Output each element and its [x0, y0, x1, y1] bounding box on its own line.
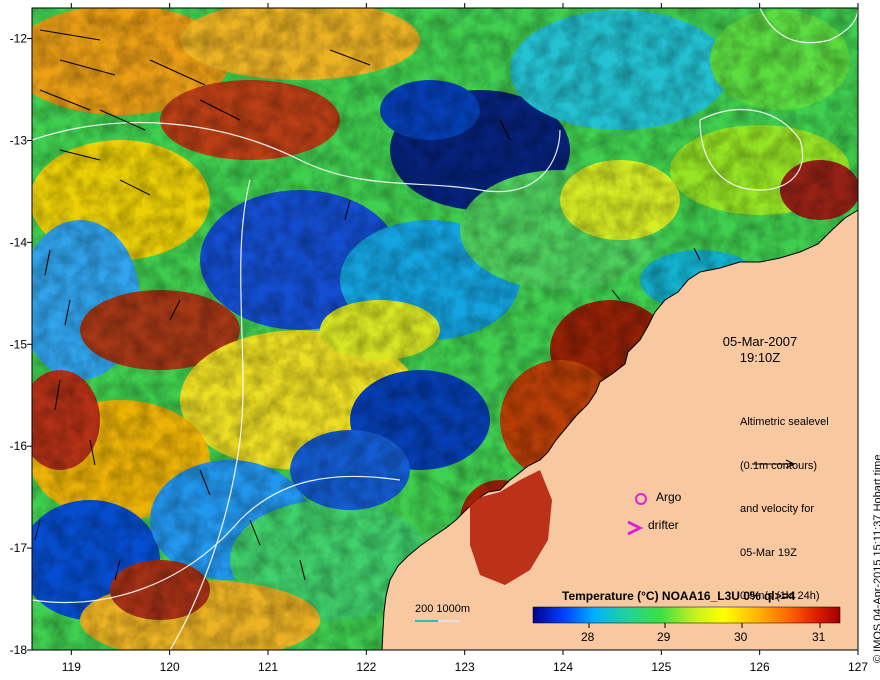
date-label: 05-Mar-2007 [722, 334, 798, 349]
altimetry-line: and velocity for [740, 503, 814, 515]
legend-title: Temperature (°C) NOAA16_L3U 0% ql>=4 [562, 589, 796, 603]
drifter-label: drifter [648, 518, 679, 532]
lon-tick-label: 126 [750, 660, 770, 674]
colorbar-tick-label: 31 [812, 630, 826, 644]
altimetry-line: Altimetric sealevel [740, 416, 829, 428]
lon-tick-label: 120 [160, 660, 180, 674]
lon-tick-label: 127 [848, 660, 868, 674]
lon-tick-label: 123 [455, 660, 475, 674]
argo-label: Argo [656, 490, 682, 504]
depth-scale-label: 200 1000m [415, 603, 471, 615]
altimetry-legend: Altimetric sealevel (0.1m contours) and … [740, 386, 829, 618]
lat-tick-label: -17 [10, 541, 28, 555]
lat-tick-label: -18 [10, 643, 28, 657]
lon-tick-label: 125 [651, 660, 671, 674]
time-label: 19:10Z [739, 350, 781, 365]
lat-tick-label: -16 [10, 439, 28, 453]
lon-tick-label: 121 [258, 660, 278, 674]
colorbar-tick-label: 28 [581, 630, 595, 644]
lat-tick-label: -14 [10, 235, 28, 249]
lat-tick-label: -12 [10, 32, 28, 46]
lat-axis: -12 -13 -14 -15 -16 -17 -18 [10, 32, 32, 657]
date-block: 05-Mar-2007 19:10Z [700, 334, 820, 366]
lat-tick-label: -13 [10, 133, 28, 147]
altimetry-line: (0.1m contours) [740, 459, 818, 472]
lon-tick-label: 119 [62, 660, 81, 674]
lat-tick-label: -15 [10, 337, 28, 351]
colorbar-tick-label: 30 [734, 630, 748, 644]
lon-tick-label: 124 [553, 660, 573, 674]
credit-text: © IMOS 04-Apr-2015 15:11:37 Hobart time [872, 454, 880, 663]
altimetry-line: 05-Mar 19Z [740, 546, 797, 559]
lon-tick-label: 122 [356, 660, 376, 674]
colorbar-tick-label: 29 [657, 630, 671, 644]
